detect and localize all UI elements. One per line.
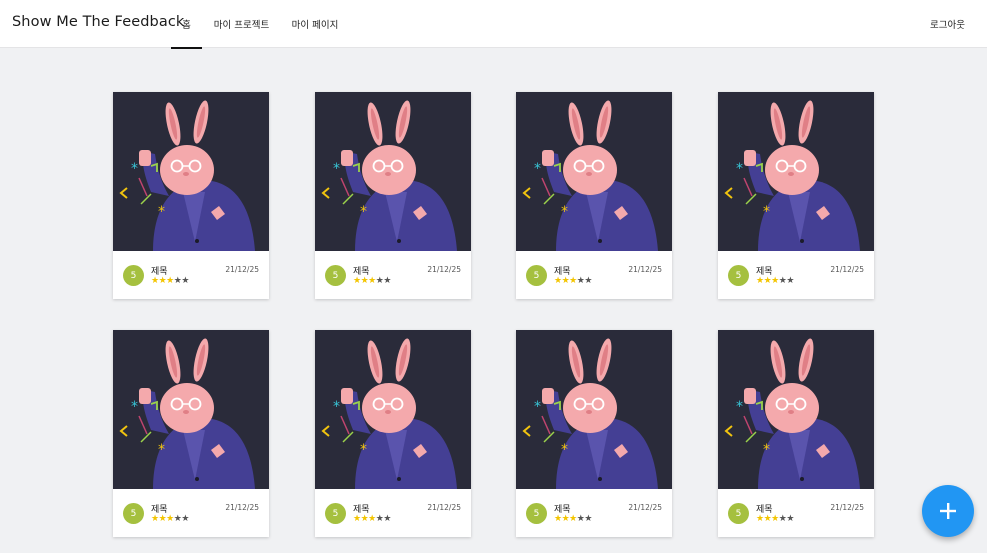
- svg-text:*: *: [360, 442, 367, 458]
- star-rating: ★★★★★: [151, 514, 189, 524]
- svg-text:*: *: [333, 161, 340, 177]
- star-icon: ★: [166, 514, 174, 524]
- svg-text:*: *: [158, 204, 165, 220]
- avatar: 5: [526, 265, 547, 286]
- tab-my-projects[interactable]: 마이 프로젝트: [210, 0, 273, 48]
- svg-text:*: *: [534, 161, 541, 177]
- project-date: 21/12/25: [225, 503, 259, 512]
- star-icon: ★: [151, 276, 159, 286]
- tab-home[interactable]: 홈: [171, 0, 202, 49]
- avatar: 5: [526, 503, 547, 524]
- project-date: 21/12/25: [830, 503, 864, 512]
- svg-text:*: *: [534, 399, 541, 415]
- project-thumbnail[interactable]: * *: [516, 92, 672, 251]
- star-icon: ★: [151, 514, 159, 524]
- logout-button[interactable]: 로그아웃: [930, 0, 965, 48]
- project-card[interactable]: * * 5 제목 ★★★★★ 21/12/25: [113, 92, 269, 299]
- star-rating: ★★★★★: [353, 514, 391, 524]
- svg-text:*: *: [736, 161, 743, 177]
- svg-text:*: *: [561, 204, 568, 220]
- project-thumbnail[interactable]: * *: [718, 330, 874, 489]
- star-rating: ★★★★★: [756, 514, 794, 524]
- svg-text:*: *: [763, 204, 770, 220]
- star-icon: ★: [569, 276, 577, 286]
- svg-text:*: *: [561, 442, 568, 458]
- star-icon: ★: [756, 276, 764, 286]
- star-icon: ★: [383, 514, 391, 524]
- svg-text:*: *: [736, 399, 743, 415]
- star-icon: ★: [554, 514, 562, 524]
- project-card[interactable]: * * 5 제목 ★★★★★ 21/12/25: [516, 330, 672, 537]
- avatar: 5: [728, 503, 749, 524]
- project-thumbnail[interactable]: * *: [718, 92, 874, 251]
- project-date: 21/12/25: [628, 503, 662, 512]
- project-thumbnail[interactable]: * *: [113, 92, 269, 251]
- project-date: 21/12/25: [427, 503, 461, 512]
- project-thumbnail[interactable]: * *: [315, 330, 471, 489]
- project-card[interactable]: * * 5 제목 ★★★★★ 21/12/25: [718, 92, 874, 299]
- svg-text:*: *: [131, 161, 138, 177]
- star-icon: ★: [584, 514, 592, 524]
- avatar: 5: [728, 265, 749, 286]
- svg-text:*: *: [158, 442, 165, 458]
- svg-text:*: *: [763, 442, 770, 458]
- star-rating: ★★★★★: [756, 276, 794, 286]
- app-title[interactable]: Show Me The Feedback: [12, 14, 184, 30]
- project-date: 21/12/25: [628, 265, 662, 274]
- project-card[interactable]: * * 5 제목 ★★★★★ 21/12/25: [315, 330, 471, 537]
- svg-text:*: *: [131, 399, 138, 415]
- plus-icon: [940, 503, 956, 519]
- project-date: 21/12/25: [225, 265, 259, 274]
- avatar: 5: [123, 265, 144, 286]
- avatar: 5: [325, 503, 346, 524]
- star-rating: ★★★★★: [554, 514, 592, 524]
- star-icon: ★: [771, 276, 779, 286]
- star-rating: ★★★★★: [353, 276, 391, 286]
- project-thumbnail[interactable]: * *: [113, 330, 269, 489]
- project-card[interactable]: * * 5 제목 ★★★★★ 21/12/25: [718, 330, 874, 537]
- project-card[interactable]: * * 5 제목 ★★★★★ 21/12/25: [113, 330, 269, 537]
- star-icon: ★: [181, 514, 189, 524]
- star-icon: ★: [368, 514, 376, 524]
- star-icon: ★: [756, 514, 764, 524]
- star-icon: ★: [584, 276, 592, 286]
- project-thumbnail[interactable]: * *: [516, 330, 672, 489]
- star-rating: ★★★★★: [151, 276, 189, 286]
- star-icon: ★: [181, 276, 189, 286]
- project-date: 21/12/25: [427, 265, 461, 274]
- app-bar: Show Me The Feedback 홈 마이 프로젝트 마이 페이지 로그…: [0, 0, 987, 49]
- svg-text:*: *: [360, 204, 367, 220]
- project-thumbnail[interactable]: * *: [315, 92, 471, 251]
- star-icon: ★: [554, 276, 562, 286]
- star-icon: ★: [353, 514, 361, 524]
- star-icon: ★: [786, 514, 794, 524]
- avatar: 5: [123, 503, 144, 524]
- star-icon: ★: [353, 276, 361, 286]
- star-icon: ★: [368, 276, 376, 286]
- star-icon: ★: [383, 276, 391, 286]
- star-icon: ★: [786, 276, 794, 286]
- add-project-button[interactable]: [922, 485, 974, 537]
- project-card[interactable]: * * 5 제목 ★★★★★ 21/12/25: [315, 92, 471, 299]
- star-rating: ★★★★★: [554, 276, 592, 286]
- project-date: 21/12/25: [830, 265, 864, 274]
- star-icon: ★: [771, 514, 779, 524]
- tab-my-page[interactable]: 마이 페이지: [287, 0, 343, 48]
- star-icon: ★: [569, 514, 577, 524]
- star-icon: ★: [166, 276, 174, 286]
- project-card[interactable]: * * 5 제목 ★★★★★ 21/12/25: [516, 92, 672, 299]
- svg-text:*: *: [333, 399, 340, 415]
- avatar: 5: [325, 265, 346, 286]
